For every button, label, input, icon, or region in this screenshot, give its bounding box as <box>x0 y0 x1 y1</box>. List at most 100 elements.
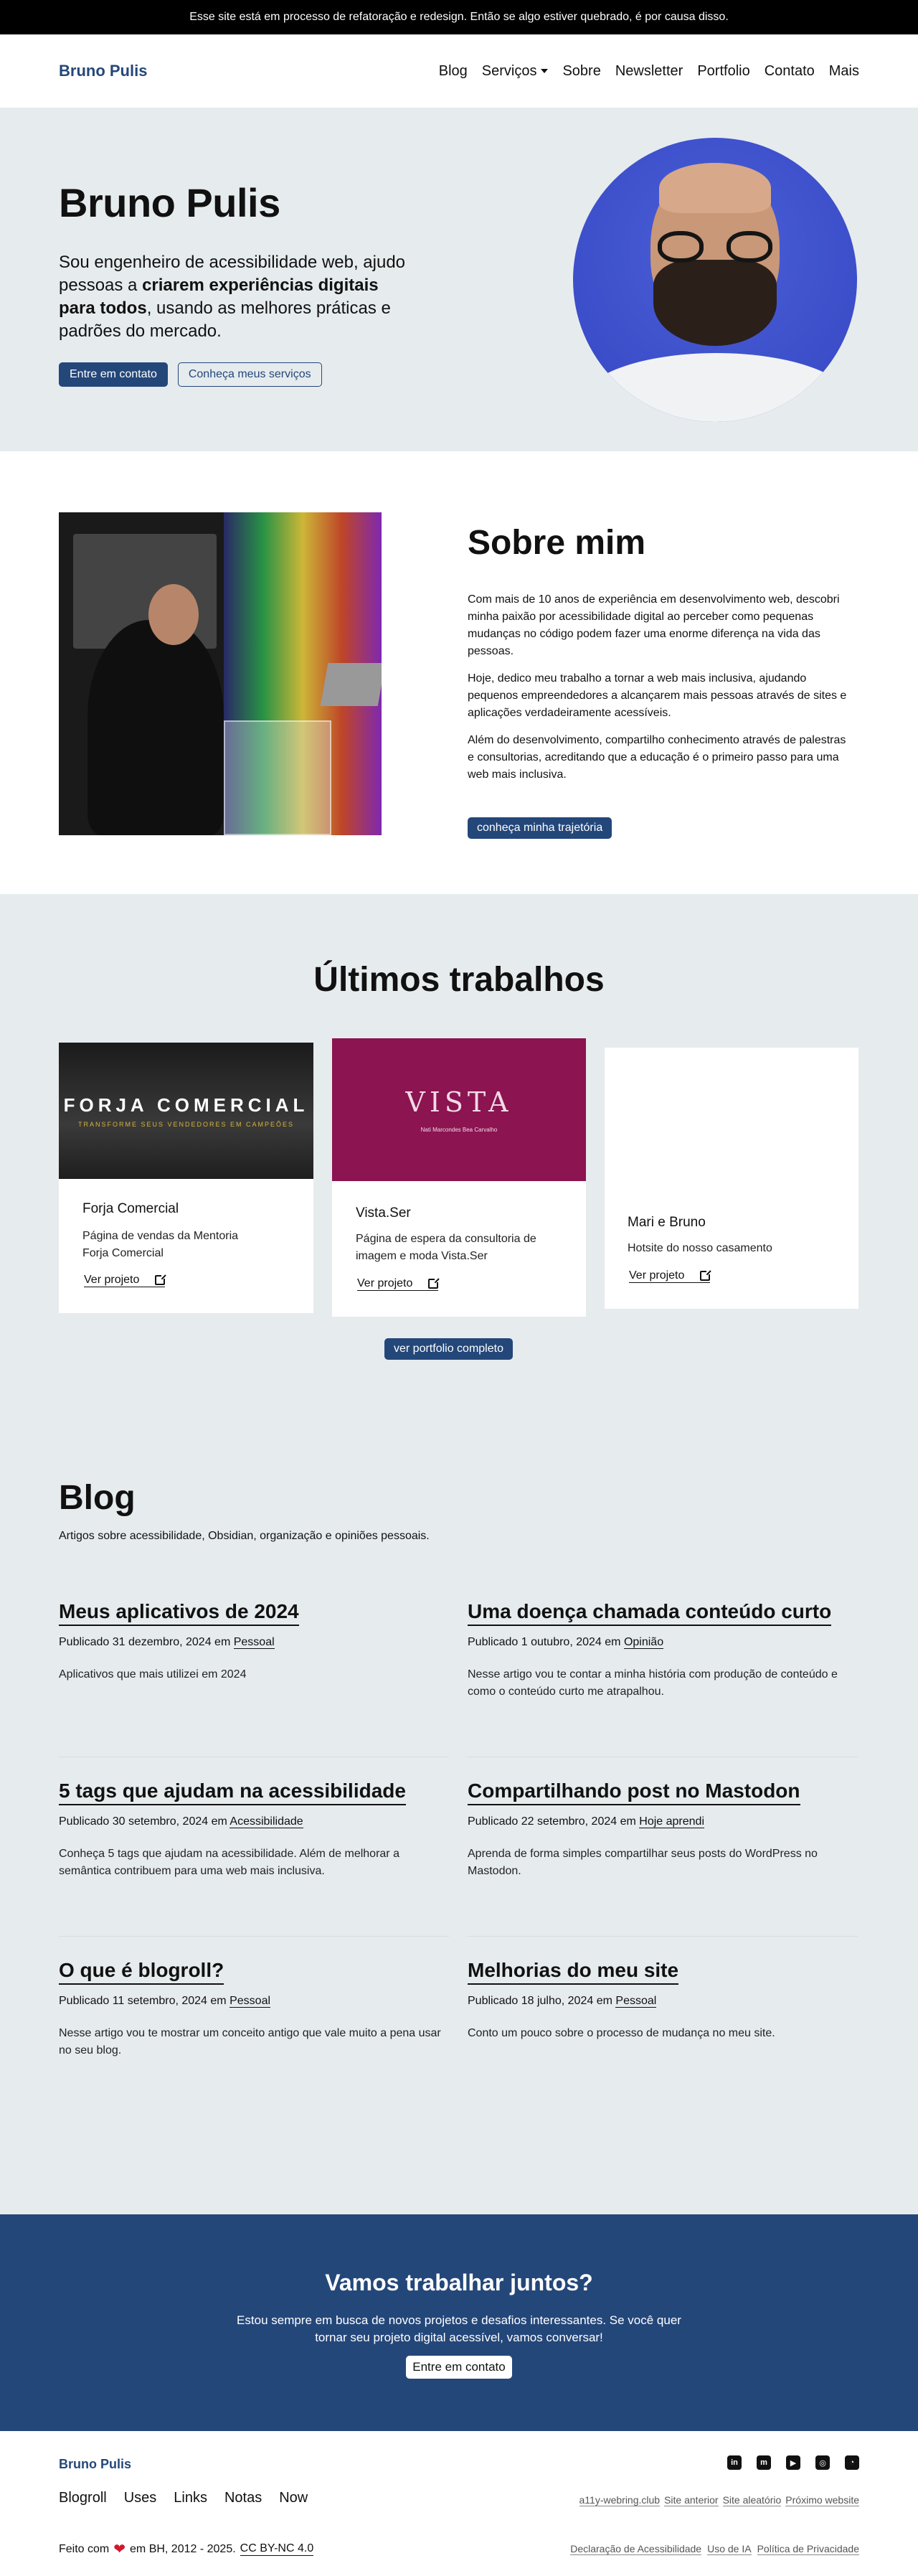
project-title: Forja Comercial <box>82 1201 179 1216</box>
post-meta: Publicado 31 dezembro, 2024 em Pessoal <box>59 1636 449 1649</box>
nav-servicos[interactable]: Serviços <box>482 63 549 80</box>
announcement-text: Esse site está em processo de refatoraçã… <box>189 11 729 23</box>
site-footer: Bruno Pulis in m ▶ ◎ ◔ Blogroll Uses Lin… <box>0 2431 918 2576</box>
cta-text: Estou sempre em busca de novos projetos … <box>0 2312 918 2346</box>
blog-post: 5 tags que ajudam na acessibilidade Publ… <box>59 1778 449 1880</box>
post-excerpt: Aplicativos que mais utilizei em 2024 <box>59 1668 247 1680</box>
post-excerpt: Conto um pouco sobre o processo de mudan… <box>468 2027 775 2039</box>
blog-intro: Artigos sobre acessibilidade, Obsidian, … <box>59 1530 430 1542</box>
about-text: Com mais de 10 anos de experiência em de… <box>468 591 855 794</box>
post-title[interactable]: Melhorias do meu site <box>468 1957 679 1985</box>
post-excerpt: Nesse artigo vou te contar a minha histó… <box>468 1668 838 1698</box>
post-meta-connector: em <box>211 1815 227 1828</box>
site-header: Bruno Pulis Blog Serviços Sobre Newslett… <box>0 34 918 108</box>
project-description: Página de espera da consultoria de image… <box>356 1233 536 1262</box>
accessibility-statement-link[interactable]: Declaração de Acessibilidade <box>570 2543 702 2555</box>
rss-icon[interactable]: ◔ <box>845 2455 859 2470</box>
view-project-link[interactable]: Ver projeto <box>84 1274 167 1287</box>
project-description: Hotsite do nosso casamento <box>628 1242 772 1254</box>
about-paragraph: Além do desenvolvimento, compartilho con… <box>468 734 846 781</box>
project-thumbnail: VISTA Nati Marcondes Bea Carvalho <box>332 1038 586 1181</box>
nav-mais[interactable]: Mais <box>829 63 859 80</box>
external-link-icon <box>428 1277 440 1289</box>
about-section: Sobre mim Com mais de 10 anos de experiê… <box>0 451 918 894</box>
post-title[interactable]: Meus aplicativos de 2024 <box>59 1599 299 1626</box>
post-title[interactable]: O que é blogroll? <box>59 1957 224 1985</box>
webring-links: a11y-webring.club Site anterior Site ale… <box>579 2494 859 2506</box>
youtube-icon[interactable]: ▶ <box>786 2455 800 2470</box>
about-paragraph: Com mais de 10 anos de experiência em de… <box>468 593 840 657</box>
ai-usage-link[interactable]: Uso de IA <box>707 2543 752 2555</box>
nav-servicos-label: Serviços <box>481 62 537 79</box>
cta-contact-button[interactable]: Entre em contato <box>406 2356 512 2379</box>
thumbnail-title: VISTA <box>405 1086 513 1118</box>
instagram-icon[interactable]: ◎ <box>815 2455 830 2470</box>
thumbnail-subtitle: Nati Marcondes Bea Carvalho <box>420 1127 498 1133</box>
post-date: Publicado 22 setembro, 2024 <box>468 1815 617 1828</box>
blog-post: Uma doença chamada conteúdo curto Public… <box>468 1599 858 1701</box>
cta-text-line: Estou sempre em busca de novos projetos … <box>237 2313 681 2327</box>
post-excerpt: Aprenda de forma simples compartilhar se… <box>468 1848 818 1877</box>
heart-icon: ❤ <box>113 2542 126 2557</box>
nav-sobre[interactable]: Sobre <box>562 63 600 80</box>
post-title[interactable]: Uma doença chamada conteúdo curto <box>468 1599 832 1626</box>
post-meta: Publicado 18 julho, 2024 em Pessoal <box>468 1995 858 2008</box>
site-logo[interactable]: Bruno Pulis <box>59 62 147 80</box>
nav-newsletter[interactable]: Newsletter <box>615 63 683 80</box>
project-card-forja: FORJA COMERCIAL TRANSFORME SEUS VENDEDOR… <box>59 1043 313 1313</box>
license-link[interactable]: CC BY-NC 4.0 <box>240 2542 314 2556</box>
post-category[interactable]: Hoje aprendi <box>639 1815 705 1828</box>
view-project-link[interactable]: Ver projeto <box>629 1269 712 1283</box>
post-category[interactable]: Pessoal <box>615 1995 657 2008</box>
copyright-text-end: em BH, 2012 - 2025. <box>130 2542 236 2555</box>
blog-section: Blog Artigos sobre acessibilidade, Obsid… <box>0 1429 918 2214</box>
post-meta-connector: em <box>596 1995 612 2007</box>
portfolio-button[interactable]: ver portfolio completo <box>384 1338 513 1360</box>
mastodon-icon[interactable]: m <box>757 2455 771 2470</box>
hero-title: Bruno Pulis <box>59 180 280 225</box>
webring-prev-link[interactable]: Site anterior <box>664 2494 719 2506</box>
post-meta: Publicado 11 setembro, 2024 em Pessoal <box>59 1995 449 2008</box>
external-link-icon <box>700 1269 712 1281</box>
social-links: in m ▶ ◎ ◔ <box>727 2455 859 2470</box>
post-meta-connector: em <box>214 1636 231 1648</box>
post-date: Publicado 30 setembro, 2024 <box>59 1815 209 1828</box>
linkedin-icon[interactable]: in <box>727 2455 742 2470</box>
post-meta: Publicado 30 setembro, 2024 em Acessibil… <box>59 1815 449 1828</box>
about-paragraph: Hoje, dedico meu trabalho a tornar a web… <box>468 672 847 719</box>
post-excerpt: Nesse artigo vou te mostrar um conceito … <box>59 2027 441 2056</box>
trajectory-button[interactable]: conheça minha trajetória <box>468 817 612 839</box>
post-category[interactable]: Pessoal <box>233 1636 275 1649</box>
post-category[interactable]: Acessibilidade <box>230 1815 303 1828</box>
post-title[interactable]: 5 tags que ajudam na acessibilidade <box>59 1778 406 1805</box>
project-card-mari-bruno: Mari e Bruno Hotsite do nosso casamento … <box>605 1048 858 1309</box>
webring-home-link[interactable]: a11y-webring.club <box>579 2494 661 2506</box>
thumbnail-subtitle: TRANSFORME SEUS VENDEDORES EM CAMPEÕES <box>77 1120 295 1128</box>
main-nav: Blog Serviços Sobre Newsletter Portfolio… <box>439 63 859 80</box>
footer-nav-notas[interactable]: Notas <box>224 2490 262 2506</box>
footer-nav-blogroll[interactable]: Blogroll <box>59 2490 107 2506</box>
post-meta: Publicado 1 outubro, 2024 em Opinião <box>468 1636 858 1649</box>
footer-nav-uses[interactable]: Uses <box>124 2490 157 2506</box>
nav-blog[interactable]: Blog <box>439 63 468 80</box>
project-title: Mari e Bruno <box>628 1215 706 1230</box>
nav-contato[interactable]: Contato <box>765 63 815 80</box>
post-date: Publicado 1 outubro, 2024 <box>468 1636 602 1648</box>
post-category[interactable]: Pessoal <box>230 1995 271 2008</box>
project-thumbnail: FORJA COMERCIAL TRANSFORME SEUS VENDEDOR… <box>59 1043 313 1179</box>
footer-nav-now[interactable]: Now <box>279 2490 308 2506</box>
post-category[interactable]: Opinião <box>623 1636 664 1649</box>
post-title[interactable]: Compartilhando post no Mastodon <box>468 1778 800 1805</box>
view-project-link[interactable]: Ver projeto <box>357 1277 440 1291</box>
services-button[interactable]: Conheça meus serviços <box>177 362 322 387</box>
works-section: Últimos trabalhos FORJA COMERCIAL TRANSF… <box>0 894 918 1429</box>
nav-portfolio[interactable]: Portfolio <box>697 63 749 80</box>
footer-nav: Blogroll Uses Links Notas Now <box>59 2490 308 2506</box>
post-excerpt: Conheça 5 tags que ajudam na acessibilid… <box>59 1848 399 1877</box>
privacy-policy-link[interactable]: Política de Privacidade <box>757 2543 859 2555</box>
footer-nav-links[interactable]: Links <box>174 2490 207 2506</box>
webring-next-link[interactable]: Próximo website <box>785 2494 859 2506</box>
contact-button[interactable]: Entre em contato <box>59 362 168 387</box>
webring-random-link[interactable]: Site aleatório <box>722 2494 782 2506</box>
footer-logo[interactable]: Bruno Pulis <box>59 2457 131 2472</box>
